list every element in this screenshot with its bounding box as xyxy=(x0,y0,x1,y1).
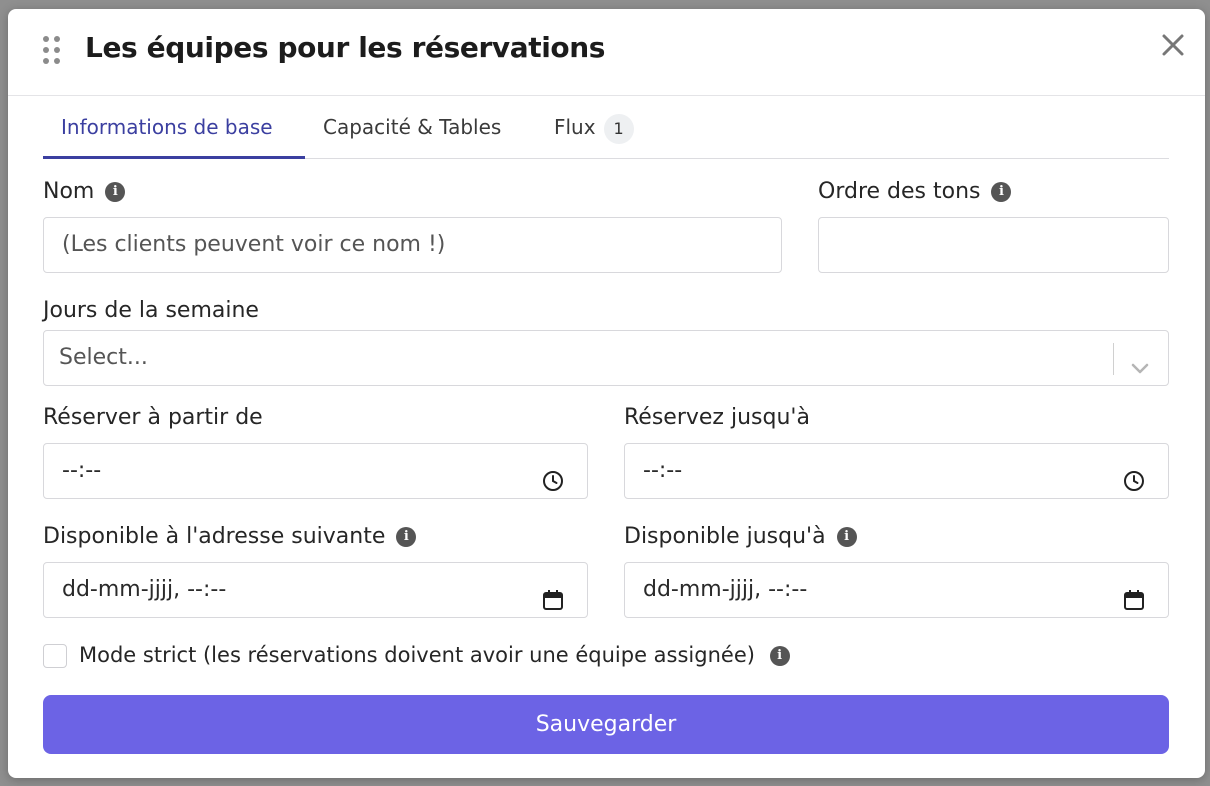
drag-handle-icon[interactable] xyxy=(41,36,63,68)
calendar-icon[interactable] xyxy=(1122,579,1146,610)
reserve-from-label: Réserver à partir de xyxy=(43,405,263,430)
strict-mode-checkbox[interactable] xyxy=(43,644,67,668)
tab-label: Capacité & Tables xyxy=(323,115,502,139)
tab-bar: Informations de base Capacité & Tables F… xyxy=(43,96,1169,159)
tab-basic-info[interactable]: Informations de base xyxy=(43,96,305,159)
clock-icon[interactable] xyxy=(541,460,565,491)
name-label: Nom i xyxy=(43,179,126,204)
order-label: Ordre des tons i xyxy=(818,179,1012,204)
available-until-value: dd-mm-jjjj, --:-- xyxy=(643,577,808,602)
tab-label: Flux xyxy=(554,115,596,139)
tab-capacity-tables[interactable]: Capacité & Tables xyxy=(323,96,501,156)
tab-count-badge: 1 xyxy=(603,113,634,144)
info-icon[interactable]: i xyxy=(769,646,790,666)
info-icon[interactable]: i xyxy=(105,182,126,202)
available-until-datetime-input[interactable]: dd-mm-jjjj, --:-- xyxy=(624,562,1169,618)
reserve-from-time-input[interactable]: --:-- xyxy=(43,443,588,499)
available-until-label: Disponible jusqu'à i xyxy=(624,524,857,549)
strict-mode-label-text: Mode strict (les réservations doivent av… xyxy=(79,643,755,667)
available-from-label-text: Disponible à l'adresse suivante xyxy=(43,524,386,549)
available-from-value: dd-mm-jjjj, --:-- xyxy=(62,577,227,602)
modal-title: Les équipes pour les réservations xyxy=(85,31,606,64)
info-icon[interactable]: i xyxy=(991,182,1012,202)
save-button[interactable]: Sauvegarder xyxy=(43,695,1169,754)
chevron-down-icon[interactable] xyxy=(1128,347,1152,374)
days-select[interactable]: Select... xyxy=(43,330,1169,386)
reserve-until-value: --:-- xyxy=(643,458,683,483)
available-from-datetime-input[interactable]: dd-mm-jjjj, --:-- xyxy=(43,562,588,618)
available-from-label: Disponible à l'adresse suivante i xyxy=(43,524,417,549)
tab-flux[interactable]: Flux 1 xyxy=(554,96,634,156)
info-icon[interactable]: i xyxy=(836,527,857,547)
tab-label: Informations de base xyxy=(61,115,273,139)
clock-icon[interactable] xyxy=(1122,460,1146,491)
order-input[interactable] xyxy=(818,217,1169,273)
name-input[interactable]: (Les clients peuvent voir ce nom !) xyxy=(43,217,782,273)
days-label: Jours de la semaine xyxy=(43,298,259,323)
modal-header: Les équipes pour les réservations xyxy=(8,9,1205,96)
calendar-icon[interactable] xyxy=(541,579,565,610)
close-icon[interactable] xyxy=(1159,31,1187,59)
name-placeholder: (Les clients peuvent voir ce nom !) xyxy=(62,232,446,257)
reserve-until-time-input[interactable]: --:-- xyxy=(624,443,1169,499)
info-icon[interactable]: i xyxy=(396,527,417,547)
select-separator xyxy=(1113,343,1114,375)
available-until-label-text: Disponible jusqu'à xyxy=(624,524,826,549)
reserve-from-value: --:-- xyxy=(62,458,102,483)
team-modal: Les équipes pour les réservations Inform… xyxy=(8,9,1205,778)
strict-mode-label: Mode strict (les réservations doivent av… xyxy=(79,643,790,667)
order-label-text: Ordre des tons xyxy=(818,179,981,204)
reserve-until-label: Réservez jusqu'à xyxy=(624,405,810,430)
name-label-text: Nom xyxy=(43,179,95,204)
days-placeholder: Select... xyxy=(59,345,148,370)
